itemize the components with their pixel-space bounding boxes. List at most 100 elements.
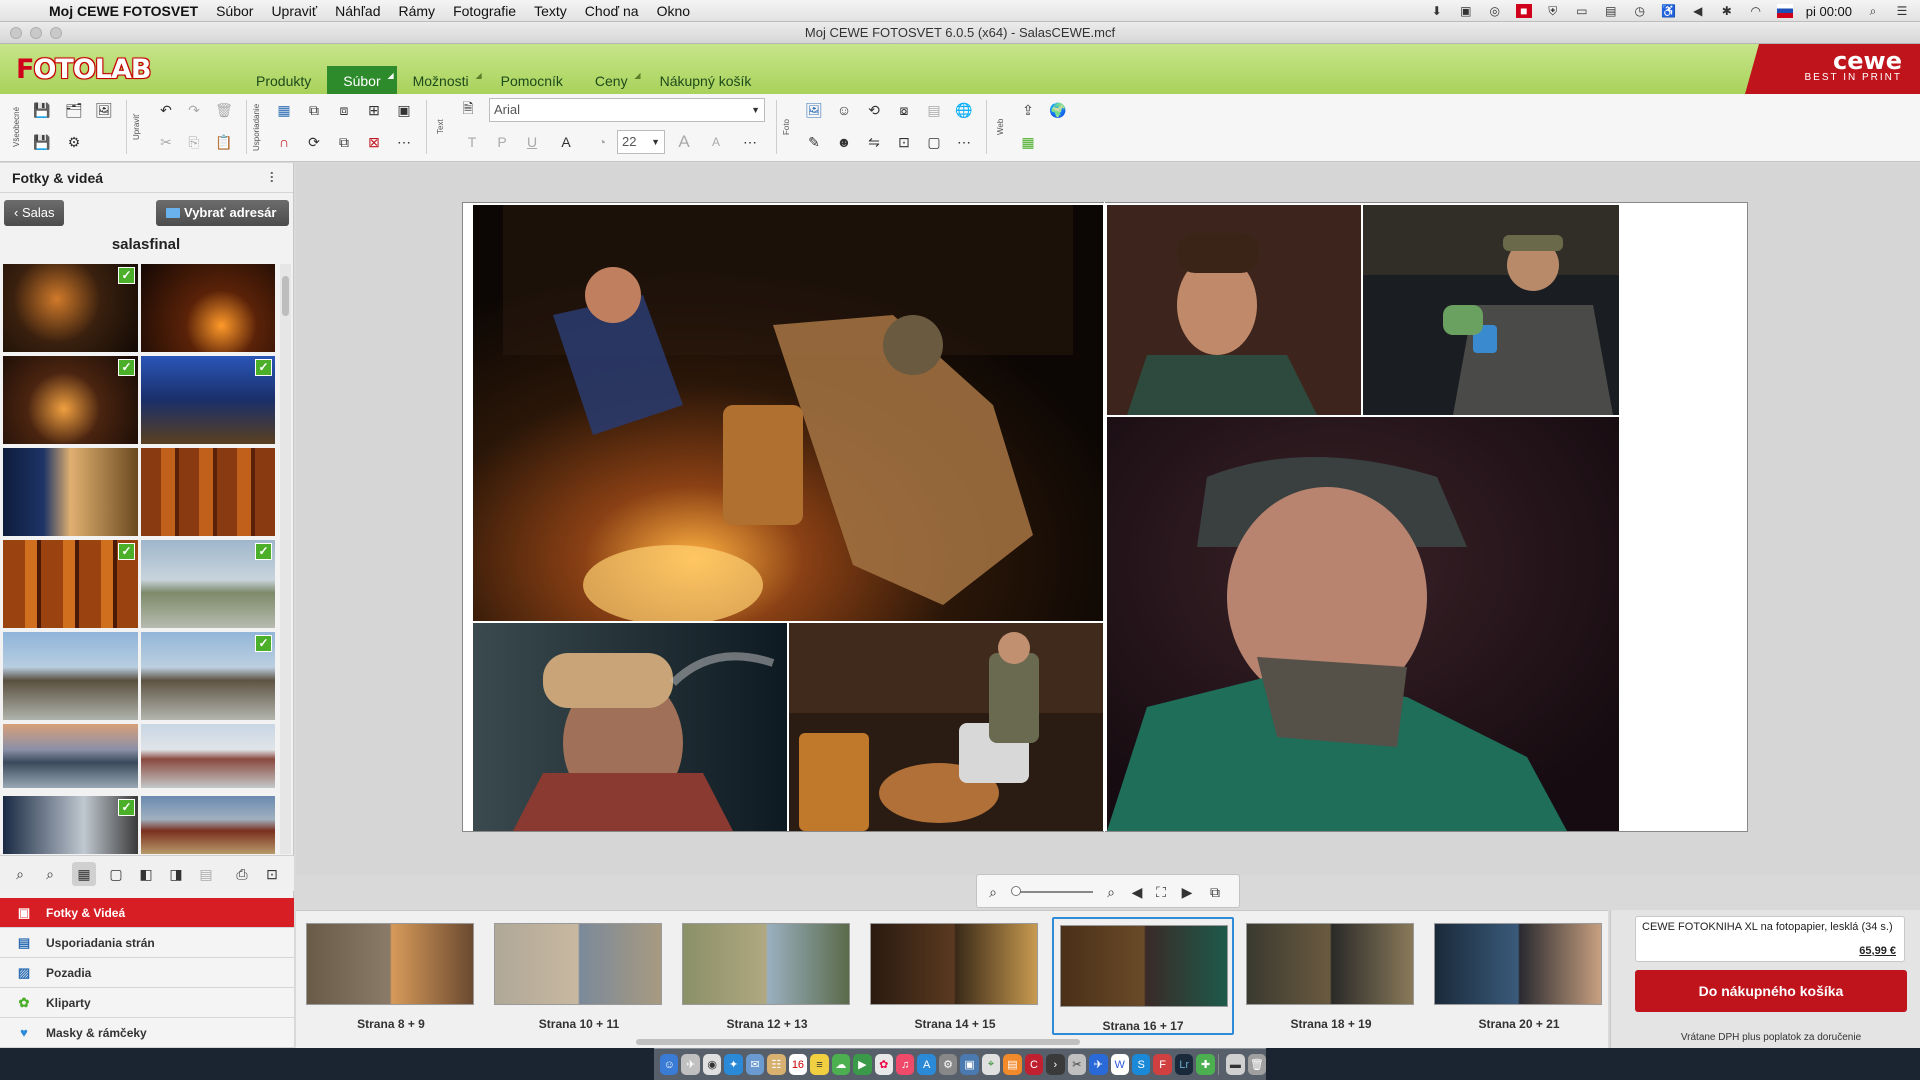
text-fill-icon[interactable]: ◔ — [590, 130, 614, 154]
preview-icon[interactable]: ▣ — [960, 1054, 979, 1075]
grow-font-button[interactable]: A — [672, 130, 696, 154]
photo-thumbnail[interactable]: ✓ — [3, 796, 138, 854]
page-layout-icon[interactable]: ▣ — [392, 98, 416, 122]
frame-icon[interactable]: ▢ — [922, 130, 946, 154]
photo-thumbnail[interactable]: ✓ — [141, 356, 275, 444]
flip-icon[interactable]: ⇋ — [862, 130, 886, 154]
project-assistant-icon[interactable]: 🖼 — [92, 98, 116, 122]
status-window-icon[interactable]: ▭ — [1574, 4, 1590, 18]
grid-icon[interactable]: ▦ — [272, 98, 296, 122]
font-size-select[interactable]: 22 ▼ — [617, 130, 665, 154]
xcode-icon[interactable]: ✈ — [1089, 1054, 1108, 1075]
window-close-button[interactable] — [10, 27, 22, 39]
photo-thumbnail[interactable]: ✓ — [3, 356, 138, 444]
section-photos-videos[interactable]: ▣ Fotky & Videá — [0, 898, 294, 928]
chrome-icon[interactable]: ◉ — [702, 1054, 722, 1075]
page-thumbnail[interactable]: Strana 8 + 9 — [300, 917, 482, 1035]
menu-photos[interactable]: Fotografie — [444, 3, 525, 19]
section-page-layouts[interactable]: ▤ Usporiadania strán — [0, 928, 294, 958]
bold-button[interactable]: T — [460, 130, 484, 154]
fit-photo-icon[interactable]: ⊡ — [892, 130, 916, 154]
menu-file[interactable]: Súbor — [207, 3, 262, 19]
status-shield-icon[interactable]: ⛨ — [1545, 4, 1561, 18]
open-project-icon[interactable]: 🗂 — [62, 98, 86, 122]
skype-icon[interactable]: S — [1131, 1054, 1151, 1075]
menu-edit[interactable]: Upraviť — [262, 3, 326, 19]
remove-page-icon[interactable]: ⊠ — [362, 130, 386, 154]
input-flag-icon[interactable] — [1776, 4, 1793, 18]
filter-all-icon[interactable]: ▢ — [104, 862, 128, 886]
zoom-out-icon[interactable]: ⌕ — [981, 880, 1005, 904]
previous-page-icon[interactable]: ◀ — [1125, 880, 1149, 904]
page-thumbnail-active[interactable]: Strana 16 + 17 — [1052, 917, 1234, 1035]
crop-icon[interactable]: ⧇ — [892, 98, 916, 122]
next-page-icon[interactable]: ▶ — [1175, 880, 1199, 904]
photo-frame[interactable] — [1107, 205, 1361, 415]
choose-folder-button[interactable]: Vybrať adresár — [156, 200, 289, 226]
thumbnail-scrollbar[interactable] — [280, 264, 291, 854]
status-timemachine-icon[interactable]: ◷ — [1632, 4, 1648, 18]
cewe-app-icon[interactable]: C — [1024, 1054, 1044, 1075]
auto-fill-icon[interactable]: ⊡ — [260, 862, 284, 886]
messages-icon[interactable]: ☁ — [831, 1054, 851, 1075]
tab-options[interactable]: Možnosti ◢ — [397, 66, 485, 94]
window-zoom-button[interactable] — [50, 27, 62, 39]
product-summary[interactable]: CEWE FOTOKNIHA XL na fotopapier, lesklá … — [1635, 916, 1905, 962]
underline-button[interactable]: U — [520, 130, 544, 154]
web-globe-icon[interactable]: 🌍 — [1046, 98, 1070, 122]
photo-frame[interactable] — [473, 205, 1103, 621]
photo-thumbnail[interactable] — [3, 724, 138, 788]
tab-products[interactable]: Produkty — [240, 66, 327, 94]
portrait-icon[interactable]: ☻ — [832, 130, 856, 154]
layer-icon[interactable]: ▤ — [922, 98, 946, 122]
calendar-icon[interactable]: 16 — [788, 1054, 808, 1075]
menu-window[interactable]: Okno — [648, 3, 699, 19]
tab-cart[interactable]: Nákupný košík — [644, 66, 768, 94]
import-photos-icon[interactable]: ⎙ — [230, 862, 254, 886]
photos-app-icon[interactable]: ✿ — [874, 1054, 893, 1075]
save-as-icon[interactable]: 💾 — [30, 130, 54, 154]
photo-thumbnail[interactable] — [3, 632, 138, 720]
rotate-photo-icon[interactable]: ⟲ — [862, 98, 886, 122]
redo-icon[interactable]: ↷ — [182, 98, 206, 122]
grid-view-icon[interactable]: ▦ — [72, 862, 96, 886]
notification-center-icon[interactable]: ☰ — [1894, 4, 1910, 18]
mail-icon[interactable]: ✉ — [745, 1054, 765, 1075]
photo-thumbnail[interactable]: ✓ — [141, 632, 275, 720]
back-button[interactable]: ‹ Salas — [4, 200, 65, 226]
photobook-spread[interactable] — [462, 202, 1748, 832]
bluetooth-icon[interactable]: ✱ — [1719, 4, 1735, 18]
downloads-stack-icon[interactable]: ▬ — [1226, 1054, 1245, 1075]
globe-icon[interactable]: 🌐 — [952, 98, 976, 122]
more-arrange-icon[interactable]: ⋯ — [392, 130, 416, 154]
cut-icon[interactable]: ✂ — [154, 130, 178, 154]
status-app-icon[interactable]: ▣ — [1458, 4, 1474, 18]
tab-prices[interactable]: Ceny ◢ — [579, 66, 644, 94]
utility-icon[interactable]: ✂ — [1067, 1054, 1087, 1075]
panel-menu-icon[interactable]: ⋯ — [257, 171, 287, 183]
status-display-icon[interactable]: ▤ — [1603, 4, 1619, 18]
duplicate-icon[interactable]: ⧉ — [332, 130, 356, 154]
magnet-icon[interactable]: ∩ — [272, 130, 296, 154]
web-upload-icon[interactable]: ⇪ — [1016, 98, 1040, 122]
menu-app-name[interactable]: Moj CEWE FOTOSVET — [40, 3, 207, 19]
face-detect-icon[interactable]: ☺ — [832, 98, 856, 122]
finder-icon[interactable]: ☺ — [660, 1054, 679, 1075]
photo-frame[interactable] — [1107, 417, 1619, 831]
zoom-in-thumbs-icon[interactable]: ⌕ — [38, 862, 62, 886]
word-icon[interactable]: W — [1110, 1054, 1129, 1075]
zoom-slider[interactable] — [1015, 891, 1093, 893]
zoom-out-thumbs-icon[interactable]: ⌕ — [8, 862, 32, 886]
photo-thumbnail[interactable] — [141, 264, 275, 352]
undo-icon[interactable]: ↶ — [154, 98, 178, 122]
trash-icon[interactable]: 🗑 — [1247, 1054, 1267, 1075]
rotate-view-icon[interactable]: ⧉ — [1203, 880, 1227, 904]
filter-used-icon[interactable]: ◧ — [134, 862, 158, 886]
shrink-font-button[interactable]: A — [704, 130, 728, 154]
photo-thumbnail[interactable]: ✓ — [3, 264, 138, 352]
photo-frame[interactable] — [473, 623, 787, 831]
volume-icon[interactable]: ◀ — [1690, 4, 1706, 18]
text-box-icon[interactable]: 🗎 — [456, 98, 480, 122]
status-red-app-icon[interactable]: ■ — [1515, 4, 1532, 18]
photo-frame[interactable] — [1363, 205, 1619, 415]
